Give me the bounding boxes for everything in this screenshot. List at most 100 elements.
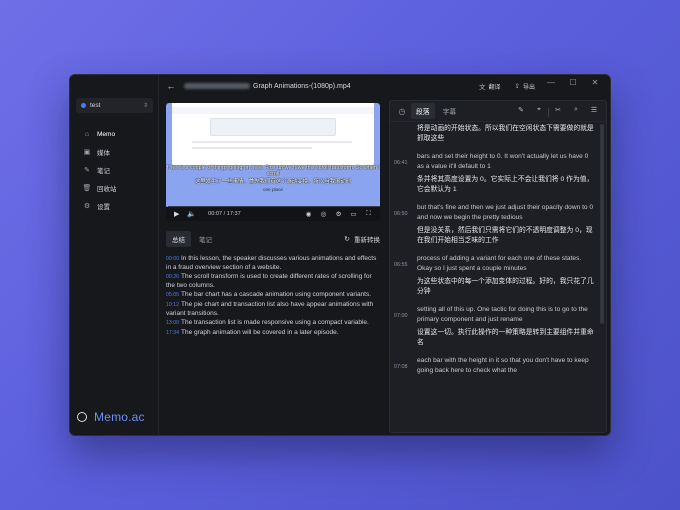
summary-text: The scroll transform is used to create d… <box>166 273 372 289</box>
subtitle-toggle-icon[interactable]: ▭ <box>346 210 361 218</box>
segment-timestamp[interactable]: 07:08 <box>394 364 408 370</box>
regenerate-label: 重新转换 <box>354 237 380 244</box>
timestamp-link[interactable]: 00:26 <box>166 274 179 280</box>
translate-icon: 文 <box>479 84 486 91</box>
segment-chinese: 条并将其高度设置为 0。它实际上不会让我们将 0 作为值，它会默认为 1 <box>417 176 594 193</box>
segment-timestamp[interactable]: 07:00 <box>394 313 408 319</box>
scissors-icon[interactable]: ✂ <box>549 106 567 117</box>
summary-text: The transaction list is made responsive … <box>180 319 369 327</box>
tab-summary[interactable]: 总结 <box>166 231 191 247</box>
timestamp-link[interactable]: 17:34 <box>166 330 179 336</box>
timestamp-link[interactable]: 13:00 <box>166 320 179 326</box>
transcript-segment[interactable]: 06:41 bars and set their height to 0. It… <box>390 152 600 194</box>
volume-icon[interactable]: 🔈 <box>187 210 196 218</box>
list-item[interactable]: 10:12 The pie chart and transaction list … <box>166 301 380 318</box>
segment-chinese: 但是没关系，然后我们只需将它们的不透明度调整为 0，现在我们开始相当乏味的工作 <box>417 227 593 244</box>
redacted-text <box>184 83 250 89</box>
timestamp-link[interactable]: 10:12 <box>166 302 179 308</box>
focus-icon[interactable]: ⌖ <box>530 106 548 117</box>
regenerate-button[interactable]: ↻ 重新转换 <box>344 234 380 244</box>
chevron-updown-icon: ⇕ <box>142 103 148 109</box>
segment-chinese: 为这些状态中的每一个添加变体的过程。好的，我只花了几分钟 <box>417 278 594 295</box>
video-player[interactable]: There's a couple of things going on here… <box>166 103 380 221</box>
history-icon[interactable]: ◷ <box>396 107 408 116</box>
settings-icon[interactable]: ⚙ <box>331 210 346 218</box>
summary-tabs: 总结 笔记 ↻ 重新转换 <box>166 231 380 247</box>
transcript-list: 将是动画的开始状态。所以我们在空闲状态下需要做的就是抓取这些 06:41 bar… <box>390 124 600 375</box>
speed-icon[interactable]: ◎ <box>316 210 331 218</box>
back-arrow-icon[interactable]: ← <box>162 81 180 91</box>
video-controls-right: ◉ ◎ ⚙ ▭ ⛶ <box>301 210 376 218</box>
summary-list: 00:00 In this lesson, the speaker discuss… <box>166 255 380 338</box>
sidebar-item-media[interactable]: ▣ 媒体 <box>76 143 153 161</box>
sidebar-item-settings[interactable]: ⚙ 设置 <box>76 197 153 215</box>
preview-header <box>172 107 374 114</box>
subtitle-chinese: 这里发生了一些事情。首先我们有这个滚动变换。所以当我滚动时 <box>194 178 352 185</box>
maximize-icon[interactable]: ☐ <box>562 78 584 87</box>
segment-timestamp[interactable]: 06:55 <box>394 262 408 268</box>
gear-icon: ⚙ <box>83 203 91 210</box>
file-title: Graph Animations-(1080p).mp4 <box>184 83 351 90</box>
brand-name: Memo.ac <box>94 410 145 424</box>
close-icon[interactable]: ✕ <box>584 78 606 87</box>
video-controls: ▶ 🔈 00:07 / 17:37 ◉ ◎ ⚙ ▭ ⛶ <box>166 207 380 221</box>
transcript-segment[interactable]: 07:08 each bar with the height in it so … <box>390 356 600 375</box>
minimize-icon[interactable]: — <box>540 78 562 87</box>
subtitle-english: There's a couple of things going on here… <box>166 165 380 178</box>
video-page-preview <box>172 103 374 165</box>
transcript-segment[interactable]: 06:50 but that's fine and then we just a… <box>390 203 600 245</box>
sidebar-item-notes[interactable]: ✎ 笔记 <box>76 161 153 179</box>
segment-chinese: 将是动画的开始状态。所以我们在空闲状态下需要做的就是抓取这些 <box>417 125 594 142</box>
segment-english: but that's fine and then we just adjust … <box>417 204 594 221</box>
list-item[interactable]: 00:26 The scroll transform is used to cre… <box>166 273 380 290</box>
timestamp-link[interactable]: 05:05 <box>166 292 179 298</box>
transcript-segment[interactable]: 06:55 process of adding a variant for ea… <box>390 254 600 296</box>
list-item[interactable]: 13:00 The transaction list is made respon… <box>166 319 380 328</box>
title-bar: ← Graph Animations-(1080p).mp4 文 翻译 ⇪ 导出… <box>159 75 610 97</box>
sidebar-item-memo[interactable]: ⌂ Memo <box>76 125 153 143</box>
transcript-segment[interactable]: 07:00 setting all of this up. One tactic… <box>390 305 600 347</box>
export-button[interactable]: ⇪ 导出 <box>510 80 540 92</box>
list-item[interactable]: 05:05 The bar chart has a cascade animati… <box>166 291 380 300</box>
list-item[interactable]: 17:34 The graph animation will be covered… <box>166 329 380 338</box>
app-window: test ⇕ ⌂ Memo ▣ 媒体 ✎ 笔记 🗑 回收站 ⚙ 设置 Memo.… <box>69 74 611 436</box>
more-icon[interactable]: ☰ <box>585 106 603 117</box>
fullscreen-icon[interactable]: ⛶ <box>361 210 376 218</box>
summary-text: The pie chart and transaction list also … <box>166 300 374 317</box>
window-controls: — ☐ ✕ <box>540 78 606 87</box>
export-label: 导出 <box>522 84 535 91</box>
segment-english: setting all of this up. One tactic for d… <box>417 306 588 323</box>
transcript-header: ◷ 段落 字幕 ✎ ⌖ ✂ ⌕ ☰ <box>390 101 606 122</box>
find-replace-icon[interactable]: ⌕ <box>567 106 585 117</box>
tab-notes[interactable]: 笔记 <box>193 231 218 247</box>
sidebar-item-label: 回收站 <box>97 186 117 193</box>
tab-subtitle[interactable]: 字幕 <box>438 103 462 119</box>
play-icon[interactable]: ▶ <box>174 210 179 218</box>
segment-english: each bar with the height in it so that y… <box>417 357 589 374</box>
camera-icon[interactable]: ◉ <box>301 210 316 218</box>
timestamp-link[interactable]: 00:00 <box>166 256 179 262</box>
preview-line <box>192 147 312 149</box>
file-title-text: Graph Animations-(1080p).mp4 <box>253 82 351 90</box>
scrollbar-thumb[interactable] <box>600 124 604 324</box>
workspace-selector[interactable]: test ⇕ <box>76 98 153 113</box>
segment-timestamp[interactable]: 06:50 <box>394 211 408 217</box>
workspace-dot-icon <box>81 103 86 108</box>
list-item[interactable]: 00:00 In this lesson, the speaker discuss… <box>166 255 380 272</box>
sidebar-item-trash[interactable]: 🗑 回收站 <box>76 179 153 197</box>
transcript-segment[interactable]: 将是动画的开始状态。所以我们在空闲状态下需要做的就是抓取这些 <box>390 124 600 143</box>
sidebar: test ⇕ ⌂ Memo ▣ 媒体 ✎ 笔记 🗑 回收站 ⚙ 设置 Memo.… <box>70 75 159 435</box>
home-icon: ⌂ <box>84 130 90 138</box>
translate-label: 翻译 <box>488 84 501 91</box>
sidebar-item-label: 媒体 <box>97 150 110 157</box>
transcript-tools: ✎ ⌖ ✂ ⌕ ☰ <box>512 106 603 117</box>
sidebar-item-label: 笔记 <box>97 168 110 175</box>
upload-icon: ⇪ <box>514 83 520 90</box>
workspace-name: test <box>90 102 101 109</box>
tab-paragraph[interactable]: 段落 <box>411 103 435 119</box>
edit-icon[interactable]: ✎ <box>512 106 530 117</box>
translate-button[interactable]: 文 翻译 <box>474 80 506 92</box>
segment-english: bars and set their height to 0. It won't… <box>417 153 589 170</box>
summary-text: The bar chart has a cascade animation us… <box>180 291 372 299</box>
segment-timestamp[interactable]: 06:41 <box>394 160 408 166</box>
